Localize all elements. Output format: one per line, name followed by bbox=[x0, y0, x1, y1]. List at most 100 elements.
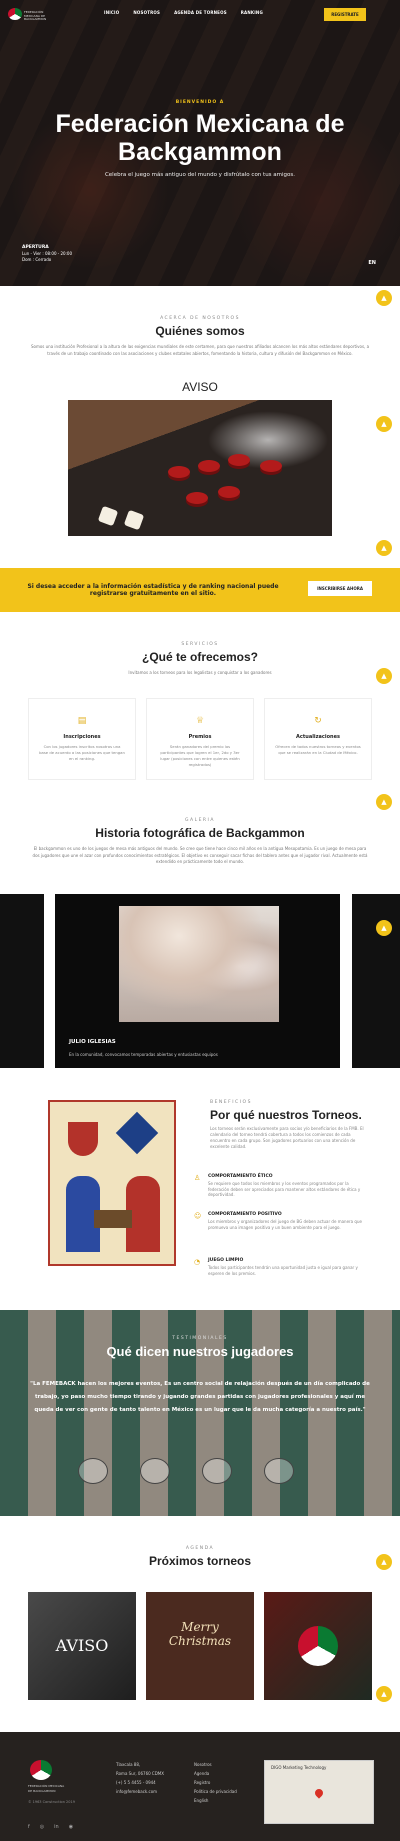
federation-logo-icon bbox=[298, 1626, 338, 1666]
partner-logo bbox=[140, 1458, 170, 1484]
enroll-now-button[interactable]: INSCRIBIRSE AHORA bbox=[308, 581, 372, 596]
card-title: Inscripciones bbox=[63, 734, 101, 740]
gallery-caption: JULIO IGLESIAS bbox=[69, 1039, 116, 1045]
hero-title: Federación Mexicana de Backgammon bbox=[55, 110, 345, 166]
benefit-positive: ☺ COMPORTAMIENTO POSITIVO Los miembros y… bbox=[194, 1212, 368, 1230]
smile-icon: ☺ bbox=[194, 1212, 202, 1220]
benefit-title: COMPORTAMIENTO ÉTICO bbox=[208, 1174, 273, 1179]
partner-logo bbox=[202, 1458, 232, 1484]
gallery-photo bbox=[119, 906, 279, 1022]
service-card-prizes: ♕ Premios Serán ganadores del premio los… bbox=[146, 698, 254, 780]
register-cta-band: Si desea acceder a la información estadí… bbox=[0, 568, 400, 612]
footer-address: Tlaxcala 88, Roma Sur, 06760 CDMX (+) 5 … bbox=[116, 1760, 164, 1796]
benefits-text: Los torneos serán exclusivamente para so… bbox=[210, 1126, 364, 1149]
benefit-text: Los miembros y organizadores del juego d… bbox=[208, 1219, 362, 1230]
benefits-eyebrow: BENEFICIOS bbox=[210, 1100, 252, 1105]
card-text: Con los jugadores inscritos nosotros una… bbox=[39, 744, 125, 761]
partner-logo bbox=[264, 1458, 294, 1484]
refresh-icon: ↻ bbox=[314, 716, 322, 726]
hours-weekdays: Lun - Vier : 08:00 - 20:00 bbox=[22, 251, 73, 256]
service-card-registration: ▤ Inscripciones Con los jugadores inscri… bbox=[28, 698, 136, 780]
benefit-ethical: ♙ COMPORTAMIENTO ÉTICO Se requiere que t… bbox=[194, 1174, 368, 1198]
hours-sunday: Dom : Cerrado bbox=[22, 257, 52, 262]
footer-phone[interactable]: (+) 5 5 4455 - 0944 bbox=[116, 1778, 164, 1787]
about-text: Somos una institución Profesional a la a… bbox=[30, 344, 370, 356]
cta-text: Si desea acceder a la información estadí… bbox=[27, 583, 279, 597]
scroll-arrow-icon[interactable]: ▲ bbox=[376, 290, 392, 306]
map-pin-icon bbox=[313, 1787, 325, 1799]
hero-section: BIENVENIDO A Federación Mexicana de Back… bbox=[0, 0, 400, 286]
partner-logo bbox=[78, 1458, 108, 1484]
scroll-arrow-icon[interactable]: ▲ bbox=[376, 920, 392, 936]
footer-brand: FEDERACIÓN MEXICANA DE BACKGAMMON bbox=[28, 1784, 65, 1793]
events-eyebrow: AGENDA bbox=[185, 1546, 215, 1551]
aviso-title: AVISO bbox=[182, 380, 218, 394]
instagram-icon[interactable]: ◎ bbox=[40, 1824, 44, 1830]
opening-hours: APERTURA Lun - Vier : 08:00 - 20:00 Dom … bbox=[22, 244, 72, 263]
event-title: Merry Christmas bbox=[168, 1620, 232, 1648]
card-text: Serán ganadores del premio los participa… bbox=[160, 744, 240, 767]
nav-inicio[interactable]: INICIO bbox=[104, 10, 119, 15]
location-map[interactable]: DIGO Marketing Technology bbox=[264, 1760, 374, 1824]
services-subtitle: Invitamos a los torneos para los legalis… bbox=[128, 670, 272, 675]
scroll-arrow-icon[interactable]: ▲ bbox=[376, 1554, 392, 1570]
footer-links: Nosotros Agenda Registro Política de pri… bbox=[194, 1760, 237, 1805]
gallery-slide-next[interactable] bbox=[352, 894, 400, 1068]
trophy-icon: ♕ bbox=[195, 716, 205, 726]
benefit-title: COMPORTAMIENTO POSITIVO bbox=[208, 1212, 282, 1217]
register-button[interactable]: REGISTRATE bbox=[324, 8, 366, 21]
twitter-icon[interactable]: ◉ bbox=[69, 1824, 73, 1830]
scroll-arrow-icon[interactable]: ▲ bbox=[376, 1686, 392, 1702]
gallery-slide-prev[interactable] bbox=[0, 894, 44, 1068]
scroll-arrow-icon[interactable]: ▲ bbox=[376, 668, 392, 684]
linkedin-icon[interactable]: in bbox=[54, 1824, 59, 1830]
footer-logo[interactable] bbox=[30, 1760, 52, 1780]
event-card-christmas[interactable]: Merry Christmas bbox=[146, 1592, 254, 1700]
footer-link-english[interactable]: English bbox=[194, 1796, 237, 1805]
medieval-backgammon-image bbox=[48, 1100, 176, 1266]
nav-ranking[interactable]: RANKING bbox=[241, 10, 263, 15]
gallery-title: Historia fotográfica de Backgammon bbox=[95, 826, 305, 840]
gallery-eyebrow: GALERIA bbox=[185, 818, 215, 823]
social-links: f ◎ in ◉ bbox=[28, 1824, 73, 1830]
testimonial-quote: "La FEMEBACK hacen los mejores eventos, … bbox=[30, 1381, 370, 1413]
nav-nosotros[interactable]: NOSOTROS bbox=[133, 10, 160, 15]
events-title: Próximos torneos bbox=[148, 1554, 252, 1568]
footer-email[interactable]: info@femeback.com bbox=[116, 1787, 164, 1796]
footer-copyright: © 1963 Construction 2019 bbox=[28, 1800, 75, 1804]
card-text: Ofrecen de todos nuestros torneos y even… bbox=[275, 744, 361, 755]
facebook-icon[interactable]: f bbox=[28, 1824, 30, 1830]
footer-link-agenda[interactable]: Agenda bbox=[194, 1769, 237, 1778]
card-title: Actualizaciones bbox=[296, 734, 340, 740]
main-nav: INICIO NOSOTROS AGENDA DE TORNEOS RANKIN… bbox=[104, 10, 263, 15]
scroll-arrow-icon[interactable]: ▲ bbox=[376, 540, 392, 556]
language-switch[interactable]: EN bbox=[368, 260, 376, 266]
site-header: FEDERACIÓN MEXICANA DE BACKGAMMON INICIO… bbox=[0, 0, 400, 30]
about-title: Quiénes somos bbox=[155, 324, 245, 338]
map-label: DIGO Marketing Technology bbox=[271, 1765, 327, 1770]
testimonials-eyebrow: TESTIMONIALES bbox=[172, 1336, 228, 1341]
card-title: Premios bbox=[188, 734, 212, 740]
nav-agenda[interactable]: AGENDA DE TORNEOS bbox=[174, 10, 227, 15]
partner-logos bbox=[78, 1458, 294, 1484]
logo-text: FEDERACIÓN MEXICANA DE BACKGAMMON bbox=[24, 10, 47, 22]
benefit-fairplay: ◔ JUEGO LIMPIO Todos los participantes t… bbox=[194, 1258, 368, 1276]
event-card-aviso[interactable]: AVISO bbox=[28, 1592, 136, 1700]
scroll-arrow-icon[interactable]: ▲ bbox=[376, 794, 392, 810]
shield-icon: ♙ bbox=[194, 1174, 201, 1182]
testimonials-title: Qué dicen nuestros jugadores bbox=[106, 1344, 294, 1359]
service-card-updates: ↻ Actualizaciones Ofrecen de todos nuest… bbox=[264, 698, 372, 780]
federation-logo[interactable] bbox=[8, 8, 22, 20]
event-card-logo[interactable] bbox=[264, 1592, 372, 1700]
gallery-text: El backgammon es uno de los juegos de me… bbox=[32, 846, 368, 864]
gallery-slide-active[interactable]: JULIO IGLESIAS En la comunidad, convocam… bbox=[55, 894, 340, 1068]
hero-subtitle: Celebra el juego más antiguo del mundo y… bbox=[104, 172, 296, 178]
footer-link-nosotros[interactable]: Nosotros bbox=[194, 1760, 237, 1769]
backgammon-board-image bbox=[68, 400, 332, 536]
scroll-arrow-icon[interactable]: ▲ bbox=[376, 416, 392, 432]
registration-icon: ▤ bbox=[77, 716, 87, 726]
services-eyebrow: SERVICIOS bbox=[181, 642, 219, 647]
footer-link-privacy[interactable]: Política de privacidad bbox=[194, 1787, 237, 1796]
clock-icon: ◔ bbox=[194, 1258, 201, 1266]
footer-link-registro[interactable]: Registro bbox=[194, 1778, 237, 1787]
